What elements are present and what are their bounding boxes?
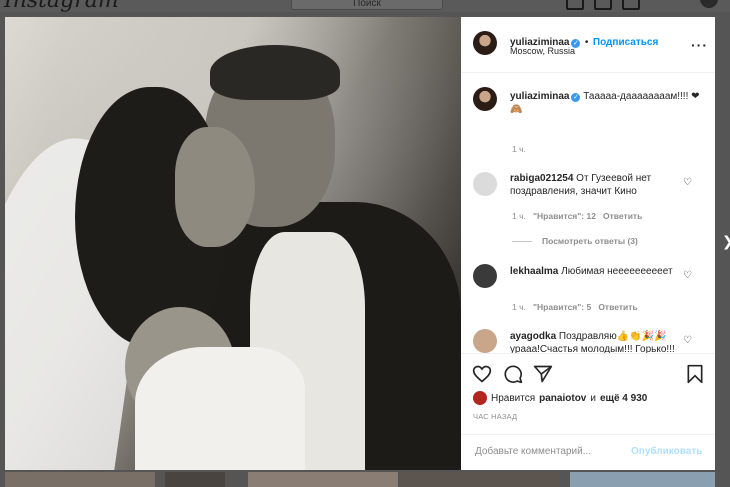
related-post-thumbnail[interactable] [5, 472, 155, 487]
author-avatar[interactable] [473, 31, 497, 55]
comment: lekhaalma Любимая неееееееееет [510, 265, 680, 278]
next-post-arrow-icon[interactable]: ❯ [722, 233, 730, 250]
reply-button[interactable]: Ответить [603, 211, 642, 221]
view-replies-label[interactable]: Посмотреть ответы (3) [542, 236, 638, 246]
likes-prefix: Нравится [491, 392, 536, 404]
comment-meta: 1 ч. "Нравится": 12 Ответить [512, 211, 642, 221]
related-post-thumbnail[interactable] [165, 472, 225, 487]
top-nav-icons [566, 0, 640, 10]
comment-likes[interactable]: "Нравится": 5 [533, 302, 591, 312]
likes-conj: и [590, 392, 596, 404]
caption-username[interactable]: yuliaziminaa [510, 91, 569, 102]
search-input[interactable]: Поиск [291, 0, 443, 10]
related-post-thumbnail[interactable] [570, 472, 715, 487]
comment-avatar[interactable] [473, 329, 497, 353]
comment-time: 1 ч. [512, 211, 526, 221]
follow-button[interactable]: Подписаться [593, 37, 658, 48]
home-icon[interactable] [566, 0, 584, 10]
comment-avatar[interactable] [473, 264, 497, 288]
liker-username[interactable]: panaiotov [539, 393, 586, 404]
caption: yuliaziminaa ✓ Тааааа-даааааааам!!!! ❤🙈 [510, 90, 700, 116]
likes-count[interactable]: ещё 4 930 [600, 393, 647, 404]
save-bookmark-icon[interactable] [685, 364, 705, 384]
separator-dot: • [584, 37, 589, 48]
verified-badge-icon: ✓ [571, 93, 581, 102]
photo-man-hair [210, 45, 340, 100]
photo-dress [135, 347, 305, 470]
comment: ayagodka Поздравляю👍👏🎉🎉урааа!Счастья мол… [510, 330, 680, 353]
comment-likes[interactable]: "Нравится": 12 [533, 211, 596, 221]
related-posts-strip [0, 470, 730, 487]
comment-text: Любимая неееееееееет [561, 266, 673, 277]
comment-username[interactable]: lekhaalma [510, 266, 558, 277]
profile-avatar[interactable] [700, 0, 718, 8]
reply-button[interactable]: Ответить [598, 302, 637, 312]
comments-list[interactable]: yuliaziminaa ✓ Тааааа-даааааааам!!!! ❤🙈 1… [461, 73, 715, 353]
add-comment-bar: Опубликовать [461, 434, 715, 472]
post-side-panel: yuliaziminaa ✓ • Подписаться Moscow, Russ… [461, 17, 715, 470]
comment-meta: 1 ч. "Нравится": 5 Ответить [512, 302, 638, 312]
instagram-logo[interactable]: Instagram [4, 0, 119, 12]
comment-avatar[interactable] [473, 172, 497, 196]
related-post-thumbnail[interactable] [400, 472, 560, 487]
explore-icon[interactable] [622, 0, 640, 10]
photo-woman-face [175, 127, 255, 247]
post-timestamp[interactable]: ЧАС НАЗАД [473, 412, 517, 421]
comment-icon[interactable] [503, 364, 523, 384]
more-options-icon[interactable]: ··· [691, 37, 708, 53]
caption-author-avatar[interactable] [473, 87, 497, 111]
direct-icon[interactable] [594, 0, 612, 10]
post-header: yuliaziminaa ✓ • Подписаться Moscow, Russ… [461, 17, 715, 73]
comment-like-heart-icon[interactable]: ♡ [683, 335, 692, 346]
post-photo[interactable] [5, 17, 461, 470]
replies-line [512, 241, 532, 243]
likes-summary: Нравится panaiotov и ещё 4 930 [473, 391, 647, 405]
comment-username[interactable]: rabiga021254 [510, 173, 573, 184]
share-icon[interactable] [533, 364, 553, 384]
view-replies[interactable]: Посмотреть ответы (3) [512, 236, 638, 246]
post-actions: Нравится panaiotov и ещё 4 930 ЧАС НАЗАД… [461, 353, 715, 471]
liker-avatar[interactable] [473, 391, 487, 405]
comment-time: 1 ч. [512, 302, 526, 312]
comment-like-heart-icon[interactable]: ♡ [683, 177, 692, 188]
publish-button[interactable]: Опубликовать [631, 446, 702, 457]
like-heart-icon[interactable] [472, 364, 492, 384]
comment-username[interactable]: ayagodka [510, 331, 556, 342]
comment-like-heart-icon[interactable]: ♡ [683, 270, 692, 281]
comment: rabiga021254 От Гузеевой нет поздравлени… [510, 172, 690, 198]
top-navigation-bar: Instagram Поиск [0, 0, 730, 12]
related-post-thumbnail[interactable] [248, 472, 398, 487]
caption-time: 1 ч. [512, 144, 526, 154]
post-location[interactable]: Moscow, Russia [510, 46, 575, 56]
add-comment-input[interactable] [473, 445, 627, 458]
